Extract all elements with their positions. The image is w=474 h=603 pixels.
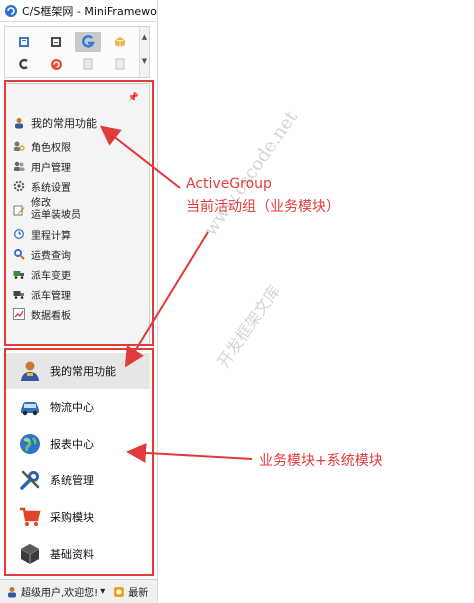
module-purchasing[interactable]: 采购模块 [6,499,150,535]
list-item-label: 派车变更 [31,270,71,282]
list-item[interactable]: 角色权限 [13,136,81,156]
key-user-icon [14,141,25,151]
module-label: 报表中心 [50,438,94,451]
active-group-title[interactable]: 我的常用功能 [13,115,97,131]
list-item[interactable]: 运费查询 [13,244,81,264]
status-latest-text[interactable]: 最新 [128,584,148,599]
module-reports[interactable]: 报表中心 [6,426,150,462]
module-base-data[interactable]: 基础资料 [6,536,150,572]
list-item-label: 运费查询 [31,250,71,262]
pin-icon[interactable]: 📌 [128,93,139,103]
tools-icon [20,470,40,490]
doc-icon[interactable] [11,32,37,52]
annotation-active-group: ActiveGroup [186,176,272,192]
module-label: 基础资料 [50,548,94,561]
list-item[interactable]: 派车管理 [13,284,81,304]
cube-icon [20,544,40,564]
window-title: C/S框架网 - MiniFramewo [22,4,157,18]
page-icon[interactable] [75,54,101,74]
module-label: 物流中心 [50,401,94,414]
watermark-cn: 开发框架文库 [213,281,284,372]
user-status-icon [8,586,16,597]
active-group-title-label: 我的常用功能 [31,117,97,130]
users-icon [14,161,25,171]
list-item[interactable]: 修改 运单装坡员 [13,196,81,224]
notice-icon [114,586,125,597]
truck-icon [13,271,24,279]
chart-icon [13,308,25,320]
active-group-panel: 📌 我的常用功能 角色权限 用户管理 系统设置 修改 运单装坡员 里程计算 运费… [4,83,150,345]
status-user-text[interactable]: 超级用户,欢迎您! [21,584,98,599]
status-dropdown-icon[interactable]: ▾ [100,586,105,597]
list-item[interactable]: 里程计算 [13,224,81,244]
list-item[interactable]: 派车变更 [13,264,81,284]
truck-icon [13,291,24,299]
search-icon [14,249,25,260]
scroll-down-icon[interactable]: ▼ [140,57,149,65]
watermark-url: www.cscode.net [200,107,302,241]
g-logo-icon[interactable] [75,32,101,52]
list-item[interactable]: 数据看板 [13,304,81,324]
app-logo-icon [5,4,17,17]
list-item[interactable]: 用户管理 [13,156,81,176]
quick-toolbar: ▲ ▼ [4,26,150,78]
globe-icon [20,434,40,454]
list-item-label: 里程计算 [31,230,71,242]
clock-icon [14,229,24,239]
list-item-label: 角色权限 [31,142,71,154]
module-my-functions[interactable]: 我的常用功能 [6,353,150,389]
red-circle-icon[interactable] [43,54,69,74]
status-bar: 超级用户,欢迎您! ▾ 最新 [0,579,158,603]
module-logistics[interactable]: 物流中心 [6,389,150,425]
box-icon[interactable] [107,32,133,52]
list-item[interactable]: 系统设置 [13,176,81,196]
car-icon [21,402,39,416]
gear-icon [13,180,25,192]
c-logo-icon[interactable] [11,54,37,74]
module-panel: 我的常用功能 物流中心 报表中心 系统管理 采购模块 基础资料 [4,349,150,575]
scroll-up-icon[interactable]: ▲ [140,33,149,41]
list-item-label: 用户管理 [31,162,71,174]
module-label: 我的常用功能 [50,365,116,378]
module-system[interactable]: 系统管理 [6,462,150,498]
function-list: 角色权限 用户管理 系统设置 修改 运单装坡员 里程计算 运费查询 派车变更 派… [13,136,81,324]
annotation-active-group-desc: 当前活动组（业务模块） [186,199,340,215]
list-item-label-line2: 运单装坡员 [31,210,81,221]
cart-icon [20,507,41,526]
list-item-label: 系统设置 [31,182,71,194]
module-label: 系统管理 [50,474,94,487]
list-item-label: 派车管理 [31,290,71,302]
edit-icon [13,205,25,216]
list-item-label-line1: 修改 [31,198,51,209]
window-edge [157,0,158,603]
module-label: 采购模块 [50,511,94,524]
title-bar: C/S框架网 - MiniFramewo [0,0,158,22]
annotation-modules: 业务模块+系统模块 [259,453,383,469]
doc-icon[interactable] [43,32,69,52]
user-icon [21,361,39,381]
page-icon[interactable] [107,54,133,74]
user-icon [15,118,23,129]
toolbar-scrollbar[interactable]: ▲ ▼ [139,27,149,77]
list-item-label: 数据看板 [31,310,71,322]
